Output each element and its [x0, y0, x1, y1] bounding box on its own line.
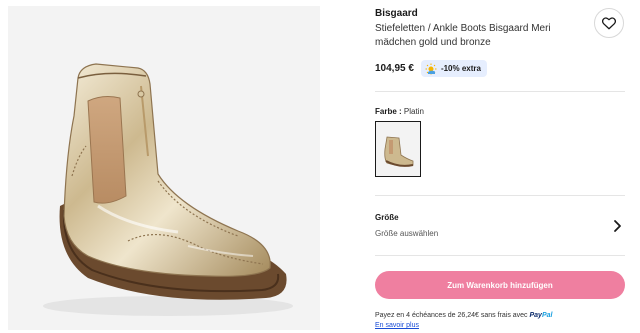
product-image-gallery[interactable]: [8, 6, 320, 330]
paypal-installment-info: Payez en 4 échéances de 26,24€ sans frai…: [375, 312, 552, 319]
product-title: Stiefeletten / Ankle Boots Bisgaard Meri…: [375, 23, 551, 48]
wishlist-button[interactable]: [594, 8, 624, 38]
paypal-logo-pay: Pay: [529, 312, 542, 319]
sun-icon: [425, 63, 437, 74]
swatch-boot-thumbnail: [384, 136, 414, 167]
learn-more-link[interactable]: En savoir plus: [375, 322, 419, 329]
divider: [375, 195, 625, 196]
watermark-logo: [564, 299, 636, 321]
color-label-title: Farbe :: [375, 107, 402, 116]
price-row: 104,95 € -10% extra: [375, 60, 487, 77]
paypal-logo-pal: Pal: [541, 312, 553, 319]
size-title: Größe: [375, 213, 399, 222]
heart-icon: [602, 16, 616, 29]
product-details-panel: Bisgaard Stiefeletten / Ankle Boots Bisg…: [375, 0, 640, 333]
brand-name[interactable]: Bisgaard: [375, 8, 418, 19]
color-value: Platin: [403, 107, 424, 116]
color-label: Farbe : Platin: [375, 107, 424, 116]
installment-text: Payez en 4 échéances de 26,24€ sans frai…: [375, 312, 528, 319]
product-price: 104,95 €: [375, 63, 414, 74]
promo-badge: -10% extra: [420, 60, 487, 77]
size-placeholder: Größe auswählen: [375, 229, 439, 238]
chevron-right-icon[interactable]: [611, 219, 623, 233]
divider: [375, 91, 625, 92]
product-boot-image: [43, 63, 293, 316]
size-selector[interactable]: [375, 203, 625, 249]
promo-badge-label: -10% extra: [440, 64, 481, 73]
color-swatch-platin[interactable]: [375, 121, 421, 177]
divider: [375, 255, 625, 256]
